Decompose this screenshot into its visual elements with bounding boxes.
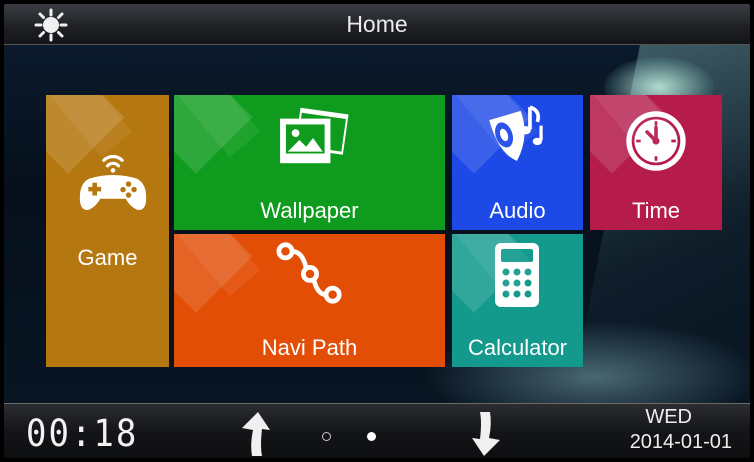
next-page-arrow-icon[interactable] (466, 410, 506, 458)
page-indicator-2-active[interactable] (367, 432, 376, 441)
tile-navi-path[interactable]: Navi Path (174, 234, 445, 367)
day-of-week: WED (645, 406, 692, 428)
tile-label: Time (631, 198, 681, 223)
path-icon (276, 242, 342, 304)
tile-label: Wallpaper (260, 198, 359, 223)
tile-label: Audio (489, 198, 546, 223)
tile-wallpaper[interactable]: Wallpaper (174, 95, 445, 230)
title-bar: Home (4, 4, 750, 45)
tile-time[interactable]: Time (590, 95, 722, 230)
tile-label: Calculator (467, 335, 568, 360)
tile-audio[interactable]: Audio (452, 95, 583, 230)
tile-label: Game (77, 245, 138, 270)
clock-icon (626, 111, 686, 171)
date-text: 2014-01-01 (629, 431, 732, 453)
tile-calculator[interactable]: Calculator (452, 234, 583, 367)
speaker-music-icon (489, 105, 543, 161)
clock-time: 00:18 (26, 412, 139, 456)
calculator-icon (495, 243, 539, 307)
status-bar: 00:18 WED 2014-01-01 (4, 403, 750, 458)
tile-game[interactable]: Game (46, 95, 169, 367)
pictures-icon (280, 107, 349, 164)
tile-area: Game Wallpaper Audio Time Navi Path Calc… (4, 45, 750, 403)
tile-label: Navi Path (261, 335, 358, 360)
previous-page-arrow-icon[interactable] (236, 410, 276, 458)
page-indicator-1[interactable] (322, 432, 331, 441)
home-screen: Home Game Wallpaper Audio Time Navi Path… (4, 4, 750, 458)
page-title: Home (346, 11, 408, 37)
gamepad-icon (79, 154, 147, 210)
